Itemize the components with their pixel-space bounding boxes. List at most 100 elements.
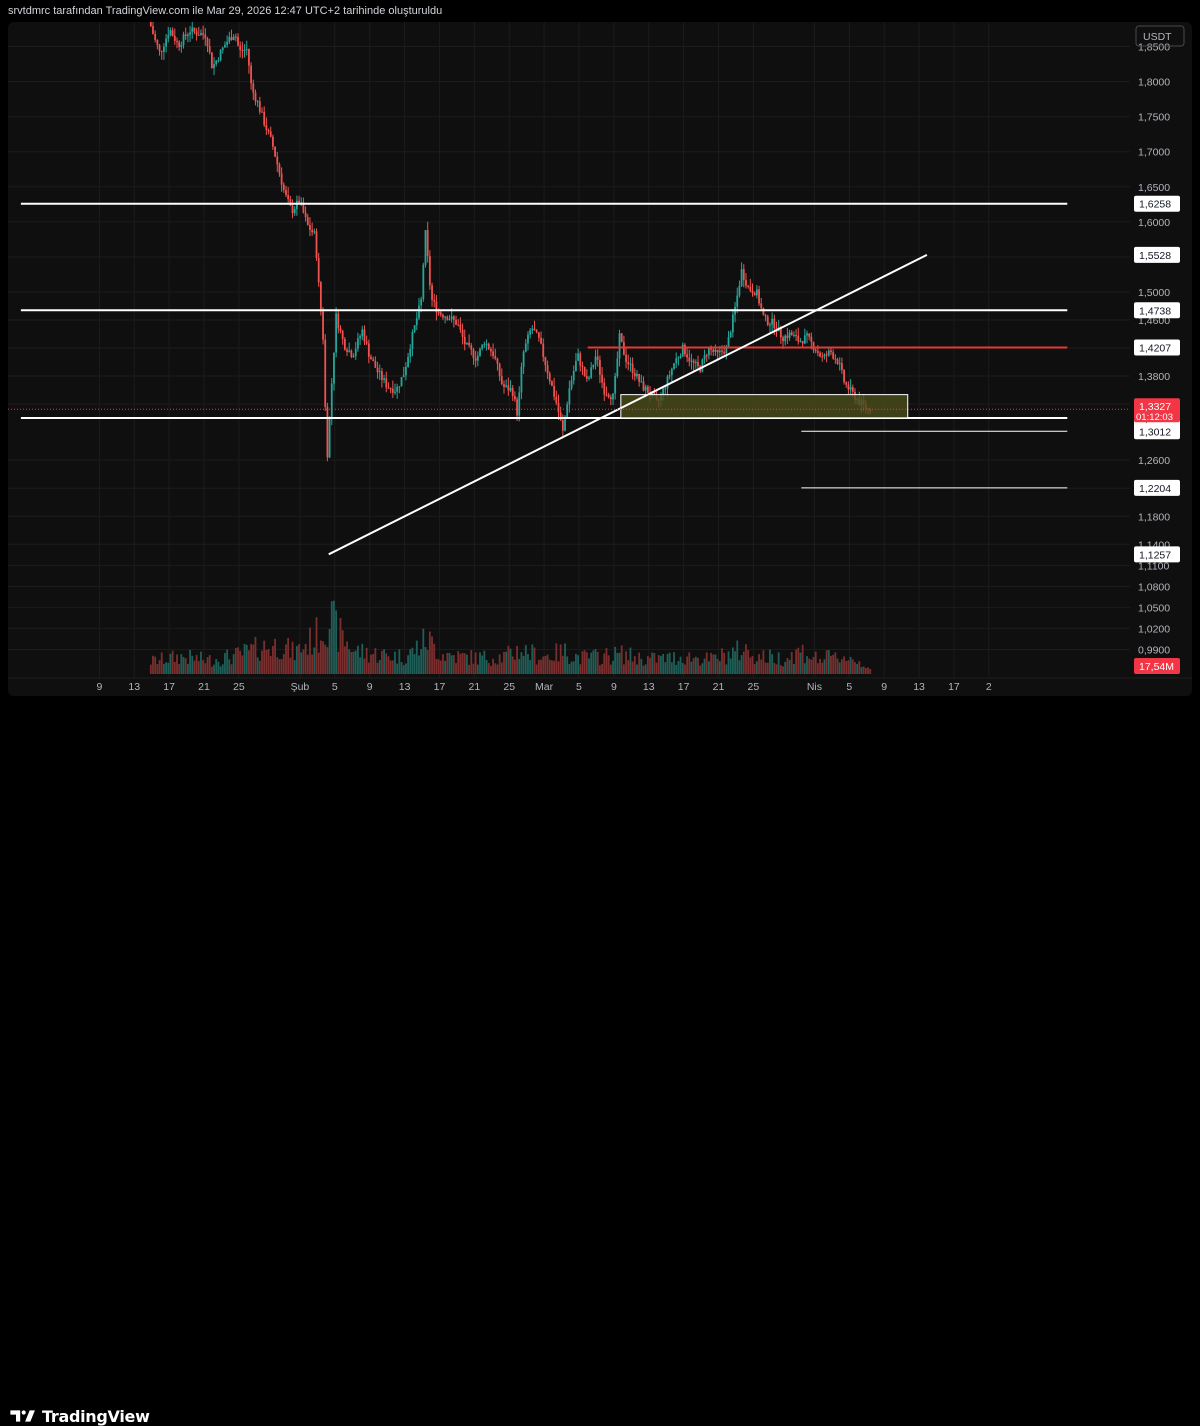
volume-bar — [156, 663, 159, 674]
volume-bar — [670, 662, 673, 674]
candle-body — [415, 318, 418, 326]
volume-bar — [849, 656, 852, 674]
candle-body — [422, 264, 425, 300]
volume-bar — [213, 664, 215, 674]
candle-body — [154, 33, 157, 40]
candle-body — [723, 351, 726, 354]
volume-bar — [636, 664, 638, 674]
volume-bar — [775, 664, 778, 674]
candle-body — [666, 376, 669, 389]
candle-body — [402, 375, 405, 378]
candle-body — [745, 280, 747, 286]
volume-bar — [180, 654, 183, 674]
volume-bar — [518, 659, 521, 674]
candle-body — [507, 385, 510, 391]
candle-body — [790, 332, 793, 336]
volume-bar — [588, 658, 590, 674]
candle-body — [729, 332, 732, 338]
volume-bar — [459, 653, 462, 674]
candle-body — [771, 318, 774, 325]
candle-body — [357, 338, 359, 349]
candle-body — [668, 375, 671, 377]
volume-bar — [581, 651, 584, 674]
candle-body — [274, 146, 276, 157]
price-tick-label: 0,9900 — [1138, 644, 1170, 656]
tradingview-logo[interactable]: TradingView — [10, 1407, 150, 1426]
candle-body — [245, 49, 248, 51]
candle-body — [690, 360, 693, 362]
volume-bar — [389, 660, 392, 674]
volume-bar — [684, 664, 686, 674]
candle-body — [328, 417, 331, 458]
candlestick-chart[interactable]: 1,8500 1,8000 1,7500 1,7000 1,6500 1,6000 1,55… — [8, 22, 1192, 696]
candle-body — [167, 35, 170, 39]
volume-bar — [208, 655, 211, 674]
candle-body — [614, 376, 617, 394]
candle-body — [546, 365, 549, 374]
candle-body — [716, 349, 719, 353]
candle-body — [267, 129, 270, 132]
volume-bar — [276, 657, 279, 674]
candle-body — [675, 358, 678, 364]
volume-bar — [847, 660, 850, 674]
candle-body — [337, 313, 340, 329]
candle-body — [529, 330, 532, 335]
volume-bar — [228, 659, 231, 674]
volume-bar — [363, 658, 366, 674]
candle-body — [149, 22, 152, 27]
volume-bar — [431, 636, 433, 674]
candle-body — [740, 269, 743, 287]
candle-body — [629, 363, 632, 365]
candle-body — [428, 256, 431, 286]
candle-body — [254, 92, 257, 102]
candle-body — [411, 331, 414, 349]
volume-bar — [609, 664, 612, 674]
volume-bar — [773, 662, 776, 674]
volume-bar — [289, 657, 292, 674]
candle-body — [291, 205, 294, 214]
volume-bar — [461, 652, 464, 674]
price-tick-label: 1,7000 — [1138, 147, 1170, 159]
volume-bar — [287, 637, 290, 674]
date-tick-label: 21 — [713, 681, 725, 693]
volume-bar — [812, 656, 815, 674]
volume-bar — [603, 653, 606, 674]
volume-bar — [149, 664, 152, 674]
volume-bar — [642, 665, 645, 674]
volume-bar — [442, 654, 444, 674]
volume-bar — [601, 664, 603, 674]
candle-body — [339, 328, 342, 331]
candle-body — [496, 358, 499, 364]
volume-bar — [494, 663, 497, 674]
candle-body — [492, 351, 494, 357]
volume-bar — [629, 647, 632, 674]
candle-body — [248, 49, 250, 66]
volume-bar — [686, 656, 689, 674]
volume-bar — [782, 666, 784, 674]
volume-bar — [856, 664, 859, 674]
volume-bar — [354, 650, 357, 674]
volume-bar — [426, 649, 429, 674]
level-price-label: 1,5528 — [1139, 250, 1171, 262]
volume-bar — [716, 658, 719, 674]
candle-body — [603, 382, 606, 395]
chart-panel[interactable]: 1,8500 1,8000 1,7500 1,7000 1,6500 1,6000 1,55… — [8, 22, 1192, 696]
candle-body — [847, 384, 850, 390]
volume-bar — [760, 659, 763, 674]
volume-bar — [860, 667, 863, 674]
volume-bar — [413, 654, 416, 674]
candle-body — [326, 406, 329, 458]
candle-body — [612, 393, 614, 400]
volume-bar — [428, 631, 431, 674]
volume-bar — [232, 654, 235, 674]
volume-bar — [622, 664, 625, 674]
volume-bar — [254, 636, 257, 674]
volume-bar — [806, 656, 808, 674]
level-price-label: 1,2204 — [1139, 483, 1171, 495]
candle-body — [817, 351, 819, 353]
volume-bar — [204, 663, 207, 674]
volume-bar — [304, 644, 307, 674]
price-tick-label: 1,0200 — [1138, 623, 1170, 635]
candle-body — [561, 420, 564, 431]
candle-body — [452, 316, 455, 320]
